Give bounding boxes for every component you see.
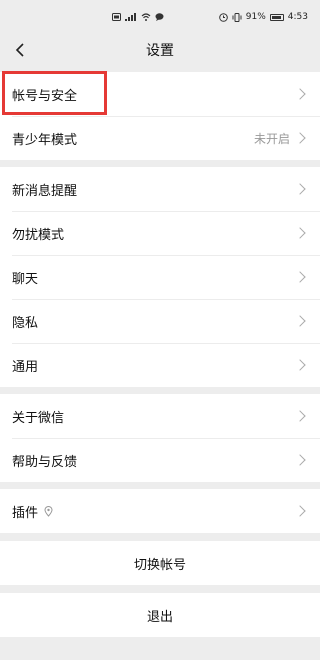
row-value: 未开启 (253, 131, 290, 146)
row-label: 通用 (12, 359, 39, 375)
switch-account-label: 切换帐号 (133, 557, 186, 573)
settings-group-plugins: 插件 (0, 489, 320, 533)
settings-row-teen-mode[interactable]: 青少年模式 未开启 (0, 116, 320, 160)
settings-row-plugins[interactable]: 插件 (0, 489, 320, 533)
settings-row-privacy[interactable]: 隐私 (0, 299, 320, 343)
switch-account-button[interactable]: 切换帐号 (0, 541, 320, 585)
location-pin-icon (44, 505, 53, 517)
chevron-right-icon (294, 88, 306, 100)
settings-row-help-feedback[interactable]: 帮助与反馈 (0, 438, 320, 482)
battery-icon (269, 13, 284, 21)
row-label: 聊天 (12, 271, 39, 287)
row-label: 勿扰模式 (12, 227, 65, 243)
message-icon (155, 13, 164, 21)
chevron-right-icon (294, 454, 306, 466)
status-bar: 91% 4:53 (0, 0, 320, 34)
row-label: 帐号与安全 (12, 88, 78, 104)
wifi-icon (141, 13, 151, 21)
logout-button[interactable]: 退出 (0, 593, 320, 637)
sim-icon (112, 13, 121, 21)
battery-percent: 91% (245, 12, 266, 22)
chevron-right-icon (294, 410, 306, 422)
chevron-right-icon (294, 132, 306, 144)
status-time: 4:53 (287, 12, 308, 22)
logout-label: 退出 (146, 609, 173, 625)
settings-group-general: 新消息提醒 勿扰模式 聊天 隐私 通用 (0, 167, 320, 387)
settings-row-chat[interactable]: 聊天 (0, 255, 320, 299)
chevron-right-icon (294, 271, 306, 283)
chevron-right-icon (294, 505, 306, 517)
row-label: 隐私 (12, 315, 39, 331)
page-title: 设置 (146, 43, 174, 59)
chevron-right-icon (294, 315, 306, 327)
back-button[interactable] (10, 40, 30, 60)
chevron-right-icon (294, 183, 306, 195)
chevron-left-icon (15, 43, 24, 57)
nav-bar: 设置 (0, 34, 320, 66)
settings-row-new-message[interactable]: 新消息提醒 (0, 167, 320, 211)
chevron-right-icon (294, 359, 306, 371)
status-bar-right: 91% 4:53 (218, 12, 308, 22)
row-label: 关于微信 (12, 410, 65, 426)
settings-row-do-not-disturb[interactable]: 勿扰模式 (0, 211, 320, 255)
chevron-right-icon (294, 227, 306, 239)
row-label: 青少年模式 (12, 132, 78, 148)
settings-row-about[interactable]: 关于微信 (0, 394, 320, 438)
signal-icon (125, 13, 136, 21)
status-bar-left (112, 13, 164, 21)
row-label: 新消息提醒 (12, 183, 78, 199)
settings-row-general[interactable]: 通用 (0, 343, 320, 387)
vibrate-icon (232, 12, 242, 22)
settings-group-about: 关于微信 帮助与反馈 (0, 394, 320, 482)
row-label: 插件 (12, 505, 39, 521)
settings-row-account-security[interactable]: 帐号与安全 (0, 72, 320, 116)
row-label: 帮助与反馈 (12, 454, 78, 470)
settings-group-account: 帐号与安全 青少年模式 未开启 (0, 72, 320, 160)
clock-icon (218, 12, 228, 22)
